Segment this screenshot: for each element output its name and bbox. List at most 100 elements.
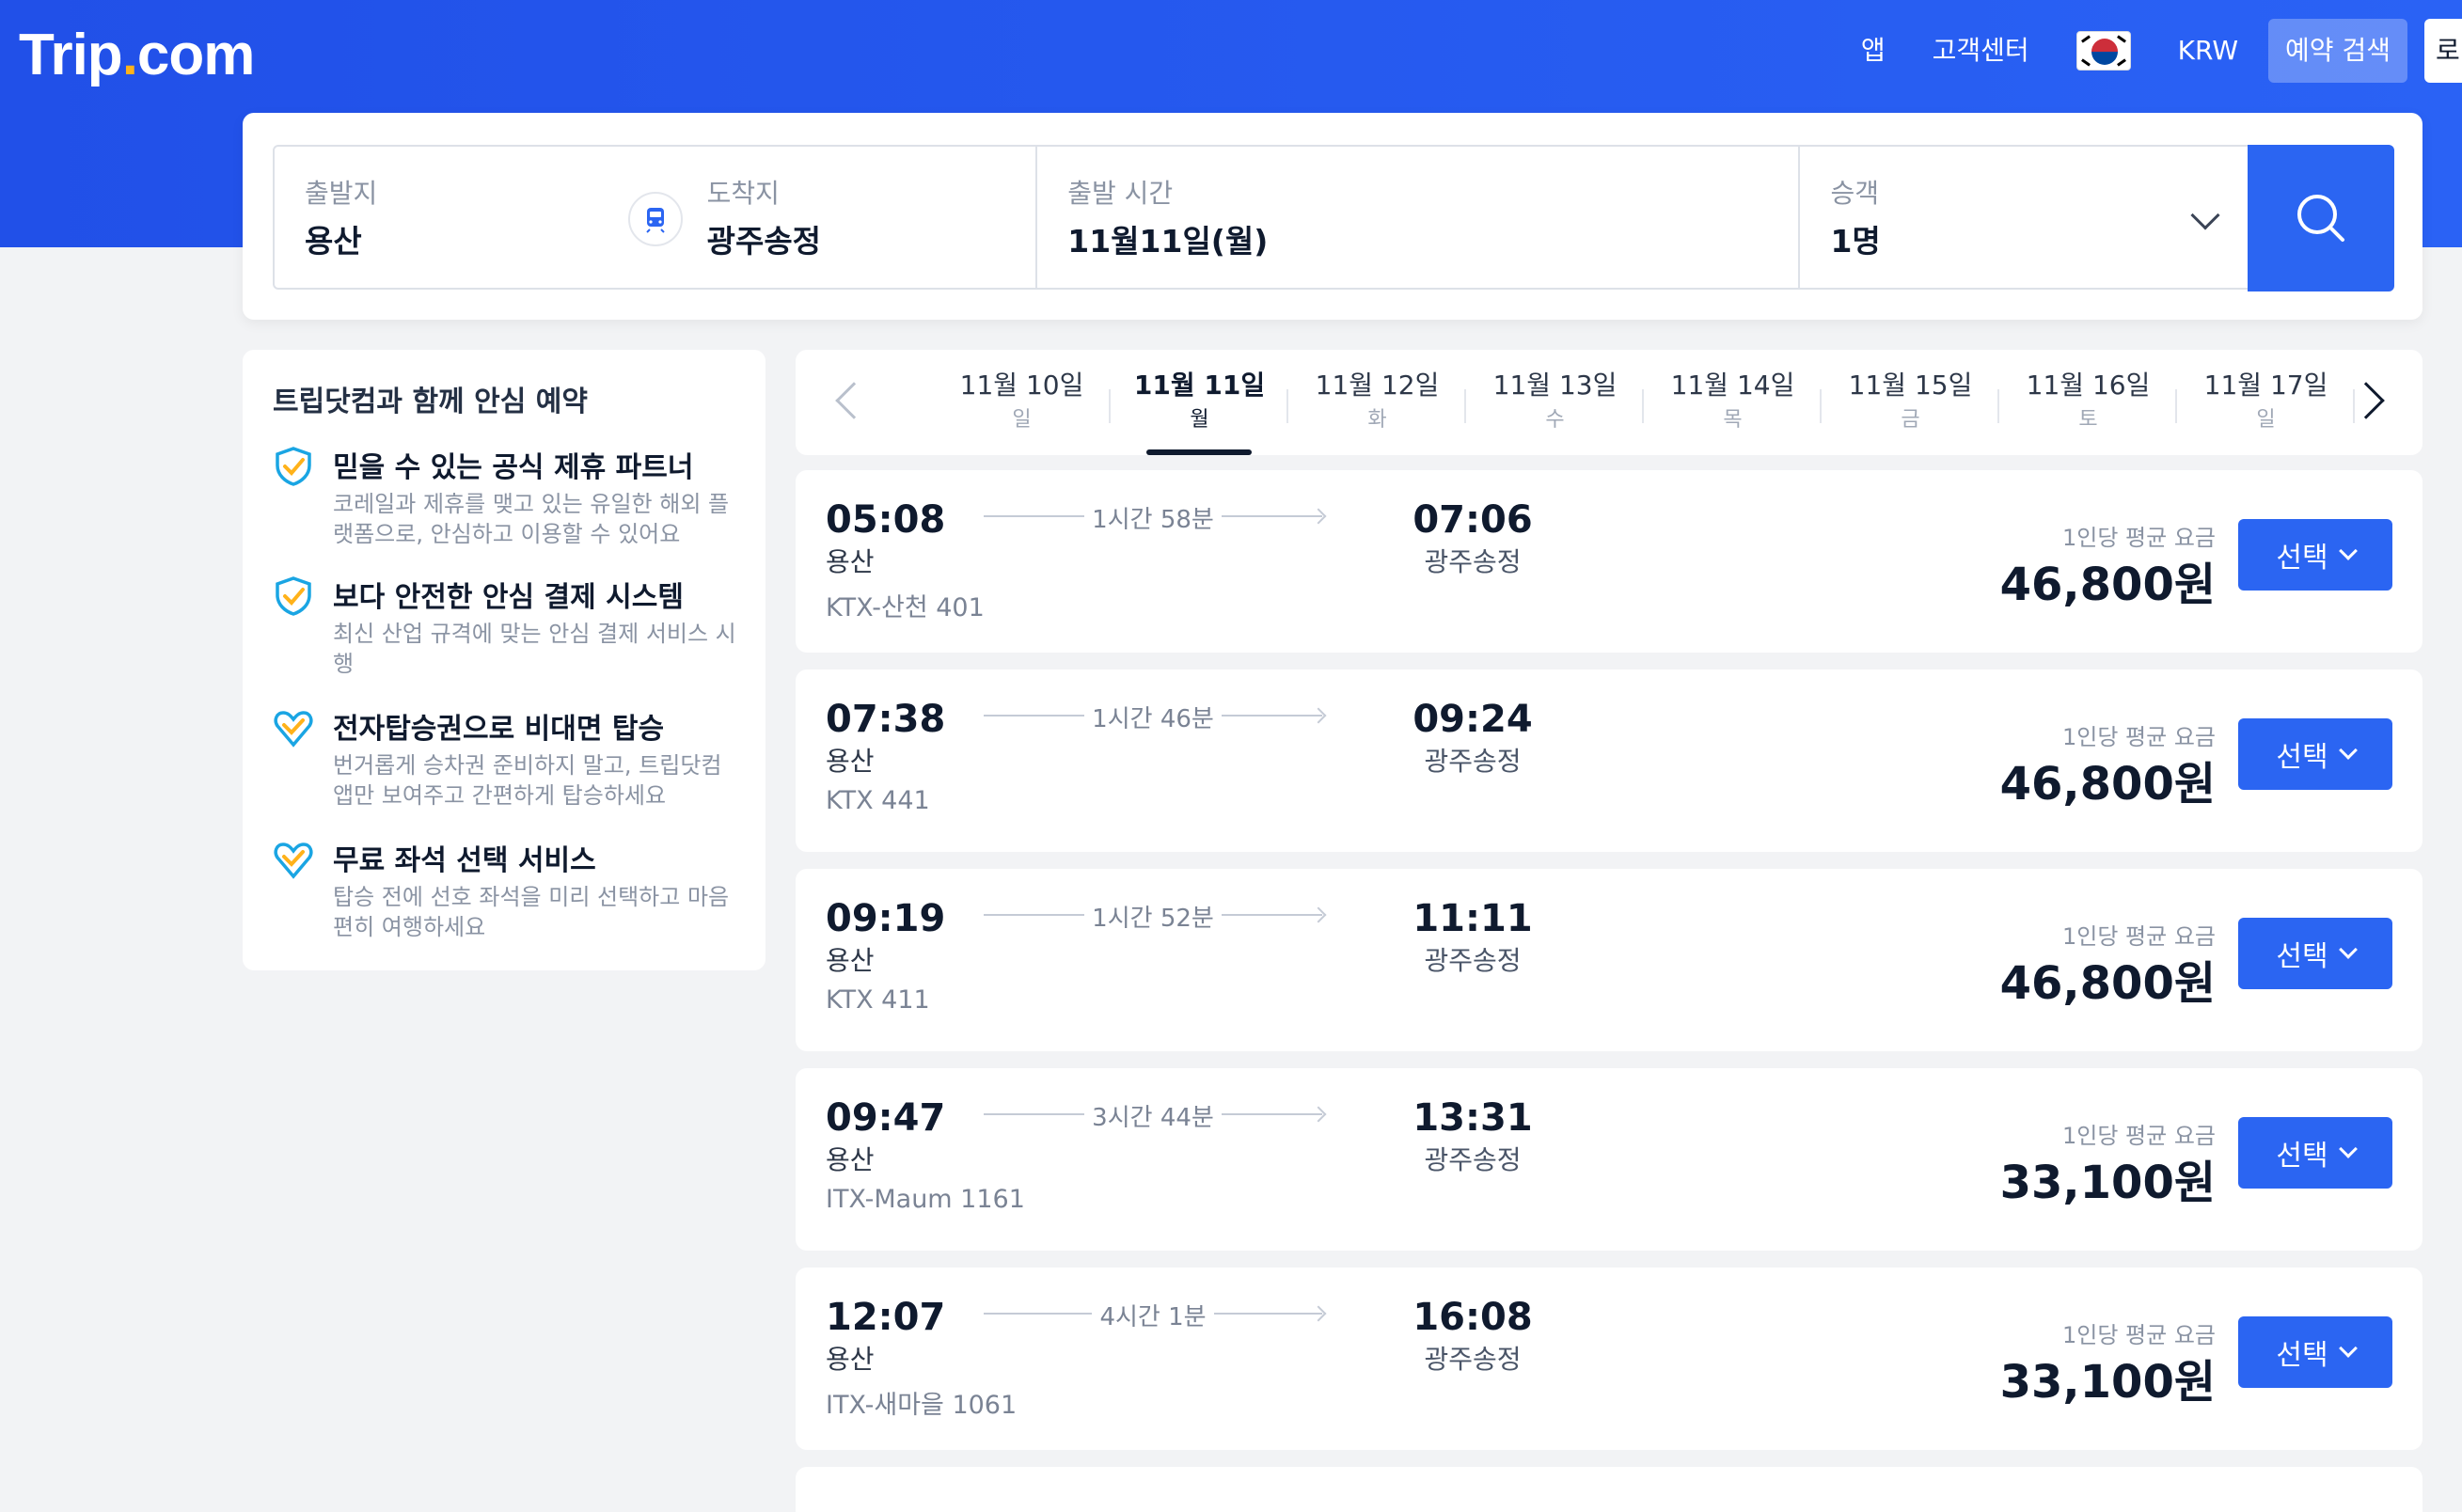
departure-time: 05:08 [826,498,946,542]
login-button[interactable]: 로그인 [2424,19,2462,83]
train-number: KTX-산천 401 [826,593,985,622]
train-row[interactable]: 07:38 용산 KTX 441 1시간 46분 09:24 광주송정 1인당 … [796,669,2423,852]
select-button[interactable]: 선택 [2238,918,2392,989]
passenger-field[interactable]: 승객 1명 [1800,147,2251,288]
duration: 4시간 1분 [984,1298,1322,1332]
feature-title: 보다 안전한 안심 결제 시스템 [333,581,684,614]
arrival-station: 광주송정 [1424,1144,1522,1175]
train-row[interactable]: 05:08 용산 KTX-산천 401 1시간 58분 07:06 광주송정 1… [796,470,2423,653]
date-label: 11월 13일 [1492,370,1618,401]
duration-text: 3시간 44분 [1084,1104,1222,1132]
search-icon [2297,195,2344,242]
departure-time-label: 출발 시간 [1067,178,1174,209]
duration-text: 1시간 46분 [1084,705,1222,733]
date-tab[interactable]: 11월 16일 토 [1999,350,2177,455]
flag-trigram [2080,35,2091,43]
trip-logo[interactable]: Trip.com [19,13,255,98]
date-label: 11월 11일 [1133,370,1266,401]
feature-desc: 번거롭게 승차권 준비하지 말고, 트립닷컴 앱만 보여주고 간편하게 탑승하세… [333,752,722,809]
search-button[interactable] [2248,145,2394,291]
price: 46,800원 [1999,758,2216,811]
train-row[interactable]: 12:07 용산 ITX-새마을 1061 4시간 1분 16:08 광주송정 … [796,1268,2423,1450]
date-tab[interactable]: 11월 12일 화 [1288,350,1466,455]
train-row-partial[interactable] [796,1467,2423,1512]
origin-field[interactable]: 출발지 용산 [275,147,683,288]
select-label: 선택 [2276,741,2328,774]
departure-station: 용산 [826,746,875,777]
duration: 1시간 52분 [984,899,1322,934]
date-label: 11월 15일 [1848,370,1973,401]
feature-title: 무료 좌석 선택 서비스 [333,844,596,877]
passenger-value: 1명 [1830,223,1881,260]
reservation-search-button[interactable]: 예약 검색 [2268,19,2407,83]
feature-title: 믿을 수 있는 공식 제휴 파트너 [333,451,694,484]
date-tab[interactable]: 11월 15일금 [1822,350,1999,455]
date-tab[interactable]: 11월 14일 목 [1644,350,1822,455]
feature-title: 전자탑승권으로 비대면 탑승 [333,713,665,746]
departure-time-value: 11월11일(월) [1067,223,1269,260]
select-button[interactable]: 선택 [2238,519,2392,591]
arrival-time: 11:11 [1412,897,1533,940]
train-row[interactable]: 09:19 용산 KTX 411 1시간 52분 11:11 광주송정 1인당 … [796,869,2423,1051]
nav-support-link[interactable]: 고객센터 [1933,19,2029,83]
chevron-down-icon [2338,542,2358,560]
arrival-station: 광주송정 [1424,945,1522,976]
price: 33,100원 [1999,1356,2216,1409]
date-tab[interactable]: 11월 10일 일 [933,350,1111,455]
price: 33,100원 [1999,1157,2216,1209]
train-row[interactable]: 09:47 용산 ITX-Maum 1161 3시간 44분 13:31 광주송… [796,1068,2423,1251]
duration: 1시간 58분 [984,500,1322,535]
departure-time-field[interactable]: 출발 시간 11월11일(월) [1037,147,1798,288]
select-button[interactable]: 선택 [2238,1316,2392,1388]
logo-dot: . [121,23,138,87]
chevron-down-icon [2338,1339,2358,1358]
select-label: 선택 [2276,1140,2328,1173]
chevron-left-icon[interactable] [835,382,873,419]
date-weekday: 목 [1723,408,1743,432]
nav-app-link[interactable]: 앱 [1861,19,1886,83]
feature-desc: 최신 산업 규격에 맞는 안심 결제 서비스 시행 [333,621,736,677]
train-swap-icon[interactable] [628,192,683,246]
active-date-indicator [1146,449,1252,455]
select-label: 선택 [2276,542,2328,575]
date-weekday: 수 [1545,408,1565,432]
origin-label: 출발지 [305,178,378,209]
arrival-station: 광주송정 [1424,1344,1522,1375]
duration: 3시간 44분 [984,1098,1322,1133]
chevron-down-icon [2338,741,2358,760]
train-number: KTX 441 [826,786,930,815]
date-label: 11월 12일 [1315,370,1440,401]
departure-time: 07:38 [826,698,946,741]
arrival-time: 09:24 [1412,698,1533,741]
departure-time: 12:07 [826,1296,946,1339]
date-tab[interactable]: 11월 17일 일 [2177,350,2355,455]
select-button[interactable]: 선택 [2238,1117,2392,1189]
shield-check-icon [276,447,311,486]
departure-time: 09:47 [826,1096,946,1140]
flag-trigram [2116,58,2126,67]
search-fields: 출발지 용산 도착지 광주송정 출발 시간 11월11일(월) 승객 1명 [273,145,2253,290]
south-korea-flag-icon[interactable] [2075,31,2131,71]
price: 46,800원 [1999,559,2216,611]
date-label: 11월 16일 [2026,370,2151,401]
duration-text: 1시간 52분 [1084,905,1222,933]
date-weekday: 월 [1190,408,1209,432]
chevron-down-icon[interactable] [2190,200,2220,230]
flag-trigram [2080,58,2091,67]
logo-tail: com [136,23,255,87]
search-form: 출발지 용산 도착지 광주송정 출발 시간 11월11일(월) 승객 1명 [243,113,2423,320]
train-number: ITX-Maum 1161 [826,1185,1025,1214]
departure-station: 용산 [826,1144,875,1175]
chevron-down-icon [2338,1140,2358,1158]
safety-card-title: 트립닷컴과 함께 안심 예약 [273,386,588,418]
feature-desc: 탑승 전에 선호 좌석을 미리 선택하고 마음 편히 여행하세요 [333,884,730,940]
date-tab[interactable]: 11월 13일수 [1466,350,1644,455]
select-button[interactable]: 선택 [2238,718,2392,790]
date-weekday: 일 [1012,408,1032,432]
origin-value: 용산 [305,223,362,260]
date-weekday: 금 [1901,408,1920,432]
date-tab-active[interactable]: 11월 11일월 [1111,350,1288,455]
destination-label: 도착지 [706,178,780,209]
currency-selector[interactable]: KRW [2178,19,2238,83]
destination-field[interactable]: 도착지 광주송정 [683,147,1036,288]
